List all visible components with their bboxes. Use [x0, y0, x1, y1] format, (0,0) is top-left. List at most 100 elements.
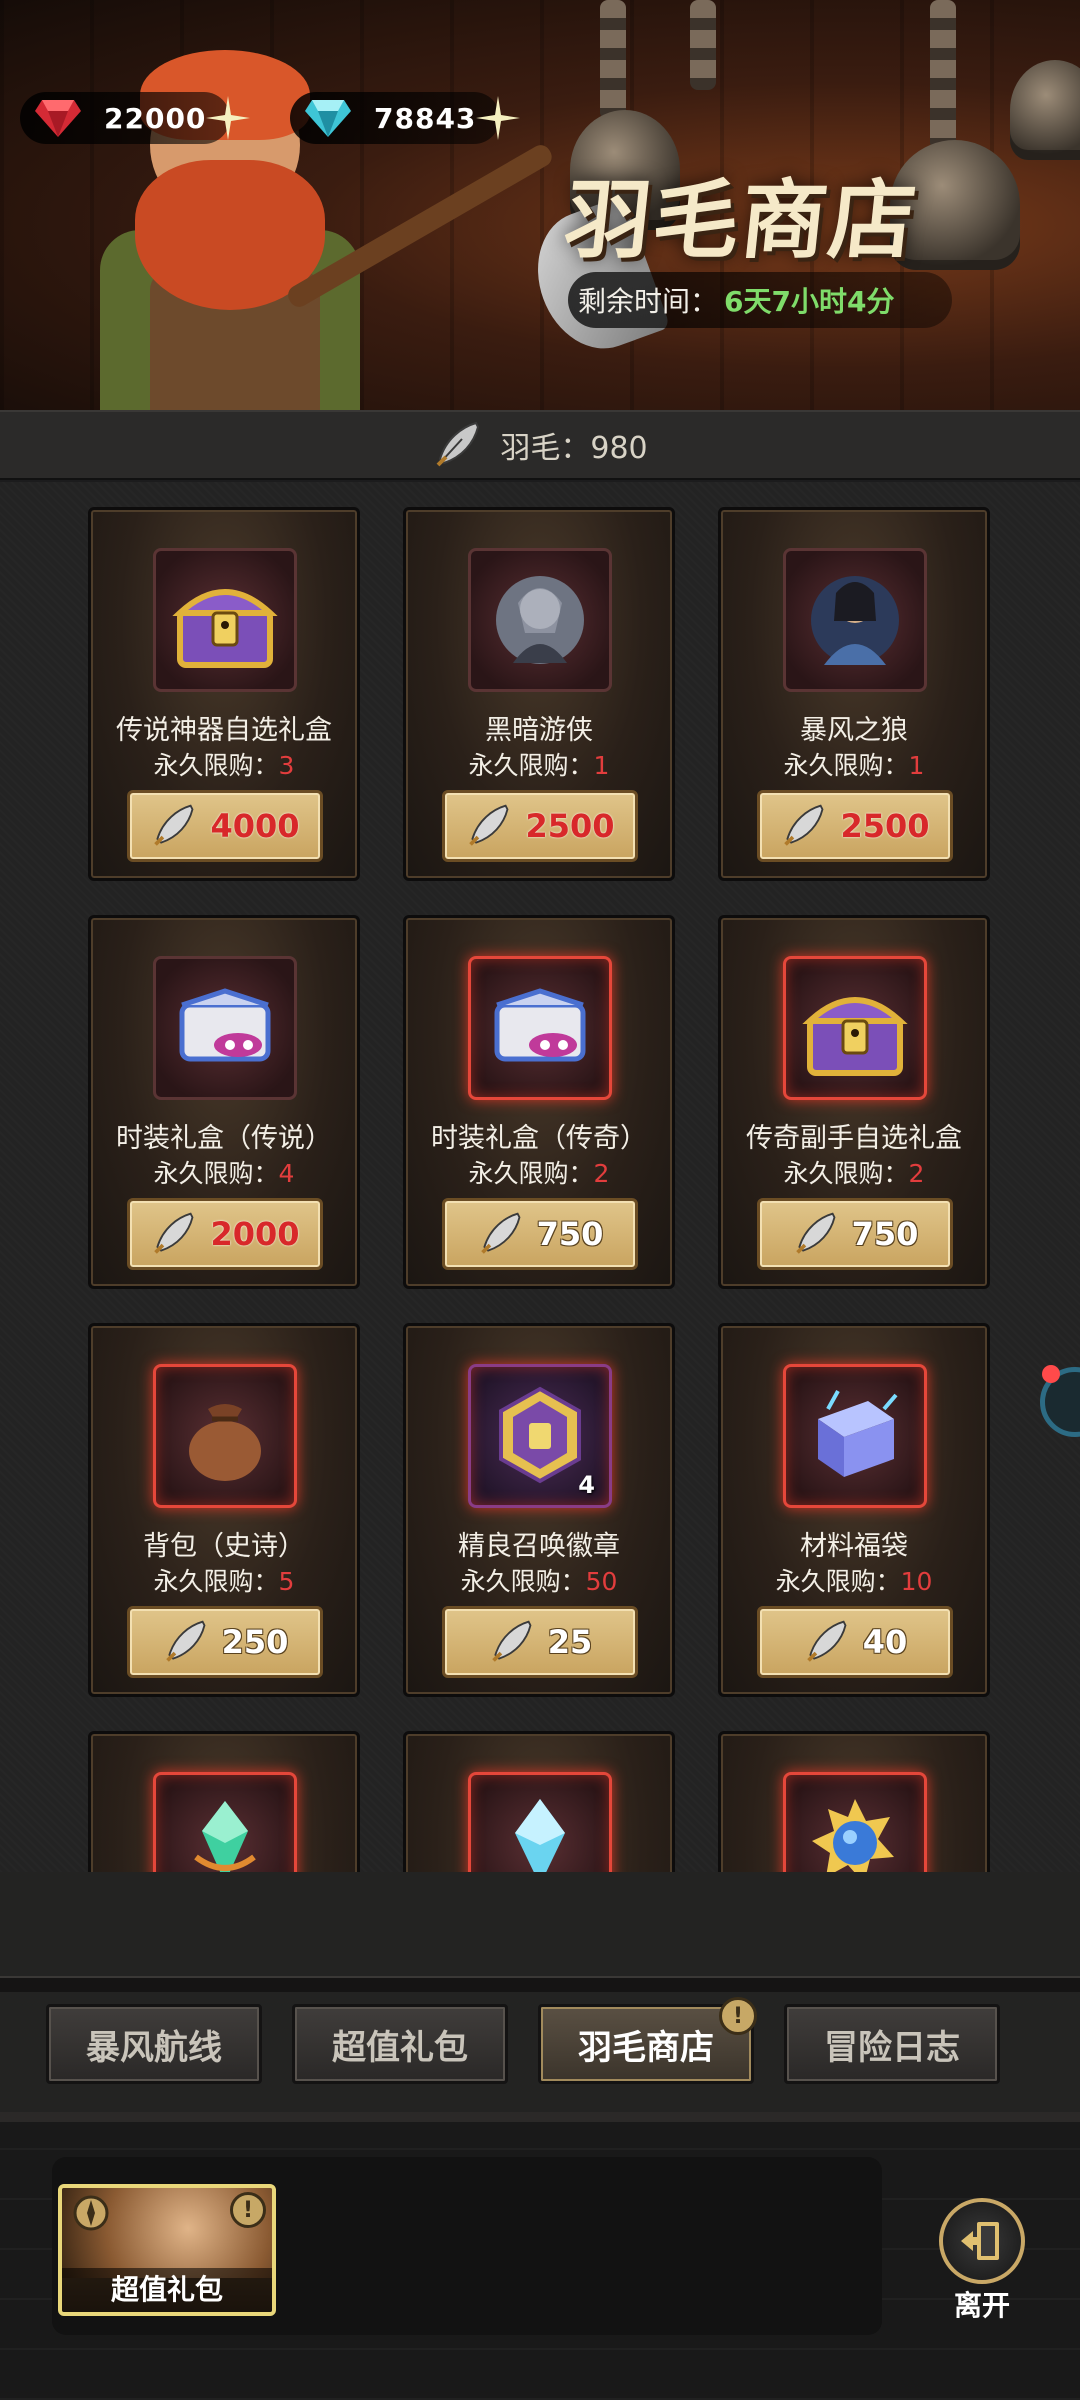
purchase-limit: 永久限购：1 — [783, 751, 925, 780]
green-crystal-icon — [194, 1801, 256, 1872]
purchase-limit: 永久限购：4 — [153, 1159, 295, 1188]
item-icon-frame — [153, 548, 297, 692]
buy-button[interactable]: 4000 — [127, 790, 323, 862]
ruby-currency: 22000 — [20, 92, 250, 144]
feather-icon — [480, 1212, 521, 1254]
item-icon-frame: 4 — [468, 1364, 612, 1508]
item-icon-frame — [783, 1364, 927, 1508]
shop-banner: 22000 78843 羽毛商店 剩余时间： 6天7小时4分 — [0, 0, 1080, 410]
item-name: 暴风之狼 — [800, 715, 908, 746]
tab-adventure-log[interactable]: 冒险日志 — [784, 2004, 1000, 2084]
buy-button[interactable]: 2000 — [127, 1198, 323, 1270]
shop-item-card[interactable]: 传说神器自选礼盒 永久限购：3 4000 — [88, 507, 360, 881]
backpack-bag-icon — [189, 1404, 261, 1481]
notification-dot — [1042, 1365, 1060, 1383]
leave-button[interactable]: 离开 — [930, 2198, 1034, 2322]
side-notification-indicator[interactable] — [1040, 1357, 1080, 1437]
item-name: 材料福袋 — [800, 1531, 908, 1562]
costume-box-icon — [494, 988, 586, 1062]
price-value: 2000 — [210, 1215, 300, 1253]
purchase-limit: 永久限购：2 — [468, 1159, 610, 1188]
ruby-amount: 22000 — [104, 101, 207, 135]
hanging-chain — [600, 0, 626, 120]
tab-value-pack[interactable]: 超值礼包 — [292, 2004, 508, 2084]
item-name: 传说神器自选礼盒 — [116, 715, 332, 746]
shop-item-card[interactable]: 材料福袋 永久限购：10 40 — [718, 1323, 990, 1697]
alert-badge-icon: ! — [230, 2192, 266, 2228]
shop-item-card[interactable]: 4 精良召唤徽章 永久限购：50 25 — [403, 1323, 675, 1697]
hanging-chain — [930, 0, 956, 150]
buy-button[interactable]: 750 — [757, 1198, 953, 1270]
timer-value: 6天7小时4分 — [724, 285, 895, 318]
blue-gem-gear-icon — [812, 1799, 894, 1872]
item-icon-frame — [153, 956, 297, 1100]
ruby-gem-icon — [35, 100, 81, 137]
add-ruby-icon[interactable] — [204, 94, 252, 142]
price-value: 250 — [221, 1623, 289, 1661]
treasure-chest-icon — [802, 997, 908, 1076]
purchase-limit: 永久限购：5 — [153, 1567, 295, 1596]
shop-item-card[interactable]: 背包（史诗） 永久限购：5 250 — [88, 1323, 360, 1697]
item-icon-frame — [783, 1772, 927, 1872]
treasure-chest-icon — [172, 589, 278, 668]
hanging-chain — [690, 0, 716, 90]
value-pack-button[interactable]: ! 超值礼包 — [58, 2184, 276, 2316]
item-name: 背包（史诗） — [143, 1531, 305, 1562]
item-icon-frame — [468, 956, 612, 1100]
purchase-limit: 永久限购：3 — [153, 751, 295, 780]
item-icon-frame — [468, 1772, 612, 1872]
item-icon-frame — [153, 1364, 297, 1508]
shop-item-card[interactable]: 黑暗游侠 永久限购：1 2500 — [403, 507, 675, 881]
dark-ranger-portrait-icon — [496, 576, 584, 664]
shop-item-card[interactable]: 时装礼盒（传奇） 永久限购：2 750 — [403, 915, 675, 1289]
item-name: 时装礼盒（传奇） — [431, 1123, 647, 1154]
feather-icon — [784, 804, 824, 846]
feather-icon — [491, 1620, 532, 1662]
tab-feather-shop[interactable]: 羽毛商店 ! — [538, 1997, 757, 2084]
buy-button[interactable]: 2500 — [757, 790, 953, 862]
shop-item-card[interactable] — [403, 1731, 675, 1872]
item-icon-frame — [783, 956, 927, 1100]
purchase-limit: 永久限购：2 — [783, 1159, 925, 1188]
buy-button[interactable]: 2500 — [442, 790, 638, 862]
diamond-amount: 78843 — [374, 101, 477, 135]
shop-item-card[interactable]: 暴风之狼 永久限购：1 2500 — [718, 507, 990, 881]
feather-icon — [469, 804, 509, 846]
item-icon-frame — [468, 548, 612, 692]
item-name: 传奇副手自选礼盒 — [746, 1123, 962, 1154]
shop-item-card[interactable]: 时装礼盒（传说） 永久限购：4 2000 — [88, 915, 360, 1289]
tabs-divider — [0, 1976, 1080, 1992]
diamond-gem-icon — [305, 100, 351, 137]
price-value: 750 — [536, 1215, 604, 1253]
shop-item-card[interactable]: 传奇副手自选礼盒 永久限购：2 750 — [718, 915, 990, 1289]
shop-item-card[interactable] — [88, 1731, 360, 1872]
material-crystal-box-icon — [818, 1390, 898, 1477]
item-name: 精良召唤徽章 — [458, 1531, 620, 1562]
price-value: 2500 — [525, 807, 615, 845]
purchase-limit: 永久限购：50 — [460, 1567, 618, 1596]
leave-label: 离开 — [953, 2289, 1010, 2322]
tab-storm-route[interactable]: 暴风航线 — [46, 2004, 262, 2084]
exit-door-icon — [961, 2222, 999, 2260]
storm-wolf-portrait-icon — [811, 576, 899, 665]
feather-icon — [154, 1212, 194, 1254]
buy-button[interactable]: 750 — [442, 1198, 638, 1270]
add-diamond-icon[interactable] — [474, 94, 522, 142]
feather-balance-bar: 羽毛：980 — [0, 410, 1080, 480]
compass-icon — [73, 2195, 109, 2231]
costume-box-icon — [179, 988, 271, 1062]
item-name: 时装礼盒（传说） — [116, 1123, 332, 1154]
buy-button[interactable]: 25 — [442, 1606, 638, 1678]
price-value: 25 — [547, 1623, 593, 1661]
price-value: 2500 — [840, 807, 930, 845]
price-value: 4000 — [210, 807, 300, 845]
purchase-limit: 永久限购：1 — [468, 751, 610, 780]
feather-balance: 羽毛：980 — [500, 431, 648, 466]
buy-button[interactable]: 250 — [127, 1606, 323, 1678]
remaining-time: 剩余时间： 6天7小时4分 — [568, 272, 952, 328]
buy-button[interactable]: 40 — [757, 1606, 953, 1678]
shop-item-card[interactable] — [718, 1731, 990, 1872]
value-pack-label: 超值礼包 — [62, 2268, 272, 2312]
feather-icon — [154, 804, 194, 846]
item-quantity: 4 — [578, 1471, 595, 1499]
